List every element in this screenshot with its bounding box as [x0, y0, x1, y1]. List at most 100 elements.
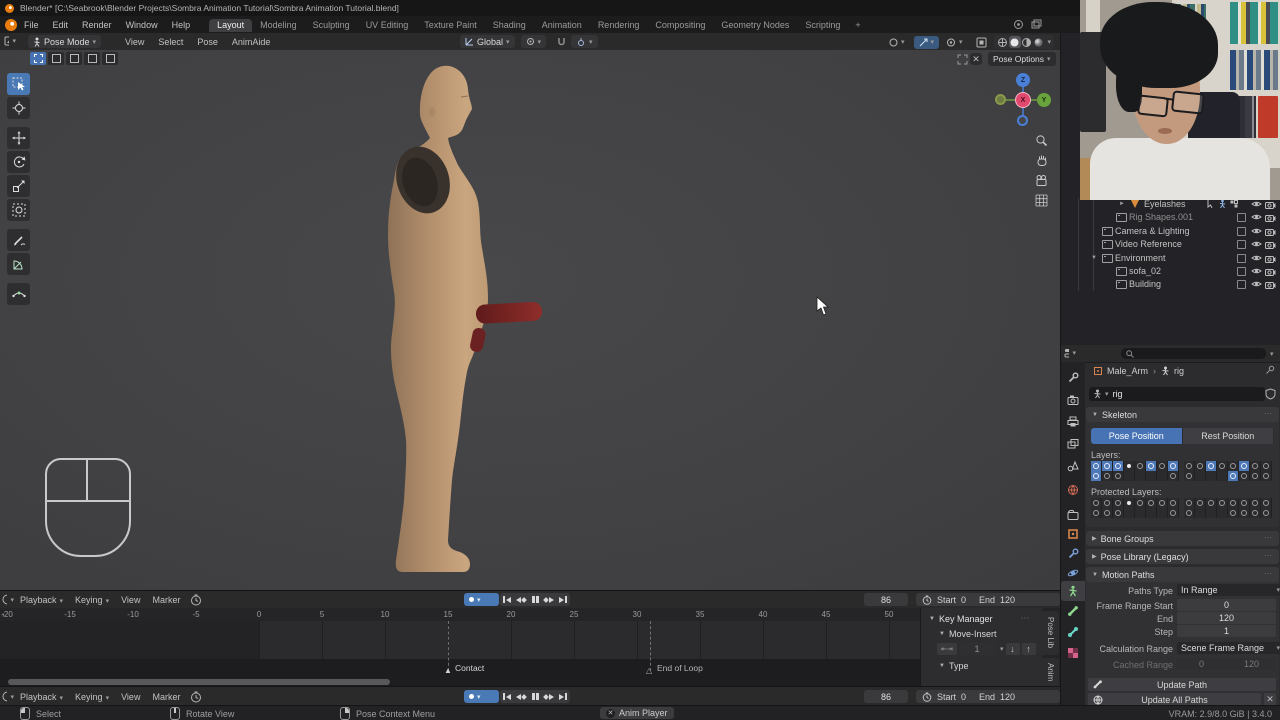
hide-eye-icon[interactable]: [1251, 200, 1262, 210]
marker-triangle-end-of-loop[interactable]: △: [646, 666, 652, 675]
armature-layer-toggle[interactable]: [1091, 471, 1102, 481]
fake-user-shield-icon[interactable]: [1265, 388, 1276, 402]
annotate-tool-button[interactable]: [7, 229, 30, 251]
jump-to-start-button[interactable]: [500, 691, 514, 703]
armature-layer-toggle[interactable]: [1206, 461, 1217, 471]
transform-tool-button[interactable]: [7, 199, 30, 221]
skeleton-panel-header[interactable]: ▼ Skeleton ⋯: [1086, 407, 1279, 422]
rest-position-button[interactable]: Rest Position: [1182, 428, 1274, 444]
protected-layer-toggle[interactable]: [1228, 498, 1239, 508]
editor-type-icon[interactable]: ▾: [4, 35, 16, 47]
view-layer-selector-icon[interactable]: [1030, 18, 1042, 30]
hide-eye-icon[interactable]: [1251, 213, 1262, 223]
start-value[interactable]: 0: [961, 595, 966, 605]
protected-layer-toggle[interactable]: [1091, 498, 1102, 508]
move-insert-header[interactable]: ▼ Move-Insert: [921, 624, 1043, 639]
timeline-editor[interactable]: ▾ Playback ▾ Keying ▾ View Marker ▾ 86 Start 0 End 1…: [0, 590, 1060, 687]
mp-dropdown-paths-type[interactable]: In Range ▾: [1177, 584, 1280, 596]
protected-layer-toggle[interactable]: [1184, 498, 1195, 508]
properties-tab-object-data[interactable]: [1061, 581, 1085, 601]
pause-button[interactable]: [528, 691, 542, 703]
bone-groups-panel-header[interactable]: ▶ Bone Groups ⋯: [1086, 531, 1279, 546]
armature-layer-toggle[interactable]: [1250, 461, 1261, 471]
armature-layer-toggle[interactable]: [1261, 471, 1272, 481]
gizmo-toggle-icon[interactable]: [956, 53, 968, 65]
properties-tab-object[interactable]: [1061, 524, 1085, 544]
properties-search-input[interactable]: [1121, 348, 1266, 359]
disable-render-camera-icon[interactable]: [1265, 267, 1276, 278]
proportional-editing-icon[interactable]: ▾: [884, 36, 910, 49]
scrollbar-thumb[interactable]: [8, 679, 390, 685]
protected-layer-toggle[interactable]: [1228, 508, 1239, 518]
close-operator-icon[interactable]: ✕: [970, 53, 982, 65]
exclude-checkbox[interactable]: [1237, 254, 1246, 263]
current-frame-field[interactable]: 86: [864, 690, 908, 703]
expand-arrow-icon[interactable]: ►: [1119, 201, 1125, 207]
timeline-menu-playback[interactable]: Playback ▾: [14, 692, 69, 702]
armature-layer-toggle[interactable]: [1206, 471, 1217, 481]
jump-to-start-button[interactable]: [500, 594, 514, 606]
properties-tab-view-layer[interactable]: [1061, 434, 1085, 454]
select-extend-mode-icon[interactable]: [102, 52, 118, 65]
viewport-canvas[interactable]: ✕ Pose Options ▾ Z Y X: [0, 50, 1060, 590]
protected-layer-toggle[interactable]: [1195, 498, 1206, 508]
exclude-checkbox[interactable]: [1237, 213, 1246, 222]
properties-tab-scene[interactable]: [1061, 456, 1085, 476]
pose-library-panel-header[interactable]: ▶ Pose Library (Legacy) ⋯: [1086, 549, 1279, 564]
breadcrumb-object[interactable]: Male_Arm: [1107, 366, 1148, 376]
disable-render-camera-icon[interactable]: [1265, 280, 1276, 291]
timeline-menu-keying[interactable]: Keying ▾: [69, 692, 115, 702]
gizmo-y-positive[interactable]: Y: [1037, 93, 1051, 107]
protected-layer-toggle[interactable]: [1146, 498, 1157, 508]
next-keyframe-button[interactable]: [542, 691, 556, 703]
disable-render-camera-icon[interactable]: [1265, 240, 1276, 251]
mode-selector[interactable]: Pose Mode ▾: [28, 35, 102, 48]
select-lasso-mode-icon[interactable]: [84, 52, 100, 65]
protected-layer-toggle[interactable]: [1250, 498, 1261, 508]
viewport-menu-select[interactable]: Select: [151, 37, 190, 47]
protected-layer-toggle[interactable]: [1168, 508, 1179, 518]
pose-state-icon[interactable]: [1218, 199, 1227, 211]
workspace-tab-scripting[interactable]: Scripting: [797, 19, 848, 32]
tweak-mode-icon[interactable]: [30, 52, 46, 65]
expand-collapse-icon[interactable]: ▼: [1091, 255, 1097, 261]
protected-layer-toggle[interactable]: [1102, 498, 1113, 508]
pose-model-mesh[interactable]: [375, 62, 565, 577]
armature-layer-toggle[interactable]: [1239, 461, 1250, 471]
move-down-button[interactable]: ↓: [1005, 643, 1020, 655]
auto-keying-button[interactable]: ▾: [464, 690, 499, 703]
snapping-options-icon[interactable]: ▾: [571, 35, 598, 48]
timeline-editor-2[interactable]: ▾ Playback ▾ Keying ▾ View Marker ▾ 86 Start 0 End 1…: [0, 686, 1060, 706]
workspace-tab-shading[interactable]: Shading: [485, 19, 534, 32]
armature-layer-toggle[interactable]: [1261, 461, 1272, 471]
hide-eye-icon[interactable]: [1251, 227, 1262, 237]
disable-render-camera-icon[interactable]: [1265, 213, 1276, 224]
key-manager-header[interactable]: ▼ Key Manager ⋯: [921, 608, 1043, 624]
mp-dropdown-calculation-range[interactable]: Scene Frame Range ▾: [1177, 642, 1280, 654]
camera-view-icon[interactable]: [1033, 172, 1049, 188]
timeline-menu-playback[interactable]: Playback ▾: [14, 595, 69, 605]
pivot-point-icon[interactable]: ▾: [520, 35, 547, 48]
protected-layer-toggle[interactable]: [1102, 508, 1113, 518]
tab-anim[interactable]: Anim: [1042, 658, 1059, 687]
timeline-editor-type-icon[interactable]: ▾: [2, 691, 14, 703]
properties-tab-texture[interactable]: [1061, 643, 1085, 663]
properties-filter-icon[interactable]: ▾: [1270, 350, 1274, 358]
hide-eye-icon[interactable]: [1251, 280, 1262, 290]
end-value[interactable]: 120: [1000, 595, 1015, 605]
modifier-state-icon[interactable]: [1230, 200, 1238, 210]
protected-layer-toggle[interactable]: [1250, 508, 1261, 518]
cursor-tool-button[interactable]: [7, 97, 30, 119]
protected-layer-toggle[interactable]: [1146, 508, 1157, 518]
armature-layer-toggle[interactable]: [1168, 471, 1179, 481]
timeline-stopwatch-icon[interactable]: [190, 691, 202, 703]
armature-layer-toggle[interactable]: [1146, 471, 1157, 481]
move-up-button[interactable]: ↑: [1021, 643, 1036, 655]
menu-file[interactable]: File: [17, 20, 46, 30]
outliner-item-label[interactable]: Building: [1129, 279, 1161, 289]
move-tool-button[interactable]: [7, 127, 30, 149]
protected-layer-toggle[interactable]: [1206, 508, 1217, 518]
hide-eye-icon[interactable]: [1251, 254, 1262, 264]
armature-layer-toggle[interactable]: [1195, 471, 1206, 481]
armature-layer-toggle[interactable]: [1124, 471, 1135, 481]
